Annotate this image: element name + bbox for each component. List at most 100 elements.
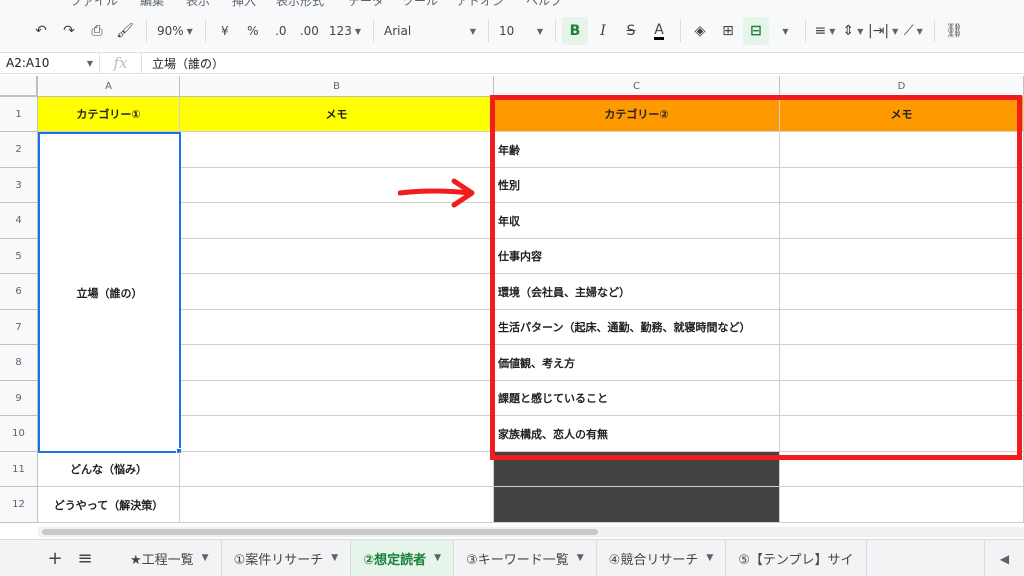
cell-b2[interactable] — [181, 132, 494, 168]
cell-c10[interactable]: 家族構成、恋人の有無 — [494, 416, 780, 452]
paint-format-icon[interactable]: 🖌 — [112, 17, 138, 45]
undo-icon[interactable]: ↶ — [28, 17, 54, 45]
cell-d7[interactable] — [780, 310, 1024, 345]
cell-d8[interactable] — [780, 345, 1024, 381]
cell-a12[interactable]: どうやって（解決策） — [38, 487, 180, 523]
all-sheets-icon[interactable]: ≡ — [70, 548, 100, 569]
column-header-a[interactable]: A — [38, 76, 180, 97]
cell-d1[interactable]: メモ — [780, 97, 1024, 132]
cell-c12[interactable] — [494, 487, 780, 523]
row-header-11[interactable]: 11 — [0, 452, 38, 487]
add-sheet-icon[interactable]: + — [40, 548, 70, 569]
cell-c9[interactable]: 課題と感じていること — [494, 381, 780, 416]
cell-b9[interactable] — [181, 381, 494, 416]
horizontal-align-icon[interactable]: ≡ ▼ — [812, 17, 838, 45]
percent-button[interactable]: % — [240, 17, 266, 45]
decrease-decimal-button[interactable]: .0 — [268, 17, 294, 45]
cell-d5[interactable] — [780, 239, 1024, 274]
cell-b1[interactable]: メモ — [180, 97, 494, 132]
scrollbar-thumb[interactable] — [42, 529, 598, 535]
column-header-d[interactable]: D — [780, 76, 1024, 97]
select-all-corner[interactable] — [0, 76, 38, 97]
row-header-5[interactable]: 5 — [0, 239, 38, 274]
menu-view[interactable]: 表示 — [186, 0, 210, 9]
cell-a11[interactable]: どんな（悩み） — [38, 452, 180, 487]
increase-decimal-button[interactable]: .00 — [296, 17, 323, 45]
cell-c8[interactable]: 価値観、考え方 — [494, 345, 780, 381]
currency-button[interactable]: ¥ — [212, 17, 238, 45]
tab-process-list[interactable]: ★工程一覧 ▼ — [118, 539, 222, 576]
column-header-c[interactable]: C — [494, 76, 780, 97]
menu-addons[interactable]: アドオン — [456, 0, 504, 9]
tab-keyword-list[interactable]: ③キーワード一覧 ▼ — [454, 539, 597, 576]
cell-b6[interactable] — [181, 274, 494, 310]
menu-file[interactable]: ファイル — [70, 0, 118, 9]
italic-button[interactable]: I — [590, 17, 616, 45]
text-color-button[interactable]: A — [646, 17, 672, 45]
tab-template[interactable]: ⑤【テンプレ】サイ — [726, 539, 867, 576]
row-header-3[interactable]: 3 — [0, 168, 38, 203]
menu-tools[interactable]: ツール — [402, 0, 438, 9]
cell-b12[interactable] — [180, 487, 494, 523]
row-header-4[interactable]: 4 — [0, 203, 38, 239]
menu-help[interactable]: ヘルプ — [526, 0, 562, 9]
cell-d4[interactable] — [780, 203, 1024, 239]
cell-d9[interactable] — [780, 381, 1024, 416]
tab-scroll-left-icon[interactable]: ◀ — [984, 540, 1024, 576]
cell-c7[interactable]: 生活パターン（起床、通勤、勤務、就寝時間など） — [494, 310, 780, 345]
cell-d11[interactable] — [780, 452, 1024, 487]
merge-cells-icon[interactable]: ⊟ — [742, 17, 769, 45]
cell-b7[interactable] — [181, 310, 494, 345]
cell-b10[interactable] — [181, 416, 494, 452]
vertical-align-icon[interactable]: ⇕ ▼ — [840, 17, 866, 45]
cell-c4[interactable]: 年収 — [494, 203, 780, 239]
column-header-b[interactable]: B — [180, 76, 494, 97]
fill-color-icon[interactable]: ◈ — [687, 17, 713, 45]
tab-competitor-research[interactable]: ④競合リサーチ ▼ — [597, 539, 727, 576]
borders-icon[interactable]: ⊞ — [715, 17, 741, 45]
bold-button[interactable]: B — [561, 17, 588, 45]
cell-c2[interactable]: 年齢 — [494, 132, 780, 168]
cell-d12[interactable] — [780, 487, 1024, 523]
redo-icon[interactable]: ↷ — [56, 17, 82, 45]
merge-dropdown-icon[interactable]: ▼ — [771, 17, 797, 45]
zoom-select[interactable]: 90% ▼ — [153, 17, 197, 45]
text-wrap-icon[interactable]: |⇥| ▼ — [868, 17, 898, 45]
menu-data[interactable]: データ — [348, 0, 384, 9]
name-box[interactable]: A2:A10 ▼ — [0, 53, 100, 73]
row-header-10[interactable]: 10 — [0, 416, 38, 452]
cell-a2-a10-merged[interactable]: 立場（誰の） — [38, 132, 181, 453]
formula-input[interactable]: 立場（誰の） — [142, 55, 224, 72]
cell-b8[interactable] — [181, 345, 494, 381]
row-header-1[interactable]: 1 — [0, 97, 38, 132]
menu-edit[interactable]: 編集 — [140, 0, 164, 9]
row-header-8[interactable]: 8 — [0, 345, 38, 381]
strikethrough-button[interactable]: S — [618, 17, 644, 45]
menu-insert[interactable]: 挿入 — [232, 0, 256, 9]
text-rotation-icon[interactable]: ⟋ ▼ — [900, 17, 926, 45]
cell-b5[interactable] — [181, 239, 494, 274]
tab-case-research[interactable]: ①案件リサーチ ▼ — [222, 539, 352, 576]
row-header-2[interactable]: 2 — [0, 132, 38, 168]
tab-target-reader[interactable]: ②想定読者 ▼ — [351, 539, 455, 576]
row-header-7[interactable]: 7 — [0, 310, 38, 345]
cell-a1[interactable]: カテゴリー① — [38, 97, 180, 132]
cell-d6[interactable] — [780, 274, 1024, 310]
number-format-select[interactable]: 123 ▼ — [325, 17, 365, 45]
cell-c5[interactable]: 仕事内容 — [494, 239, 780, 274]
cell-d2[interactable] — [780, 132, 1024, 168]
print-icon[interactable]: ⎙ — [84, 17, 110, 45]
cell-b11[interactable] — [180, 452, 494, 487]
menu-format[interactable]: 表示形式 — [276, 0, 324, 9]
cell-d10[interactable] — [780, 416, 1024, 452]
cell-d3[interactable] — [780, 168, 1024, 203]
cell-c1[interactable]: カテゴリー② — [494, 97, 780, 132]
horizontal-scrollbar[interactable] — [38, 527, 1024, 537]
cell-c3[interactable]: 性別 — [494, 168, 780, 203]
row-header-12[interactable]: 12 — [0, 487, 38, 523]
row-header-6[interactable]: 6 — [0, 274, 38, 310]
font-select[interactable]: Arial ▼ — [380, 17, 480, 45]
cell-c6[interactable]: 環境（会社員、主婦など） — [494, 274, 780, 310]
link-icon[interactable]: ⛓ — [941, 17, 967, 45]
font-size-select[interactable]: 10 ▼ — [495, 17, 547, 45]
